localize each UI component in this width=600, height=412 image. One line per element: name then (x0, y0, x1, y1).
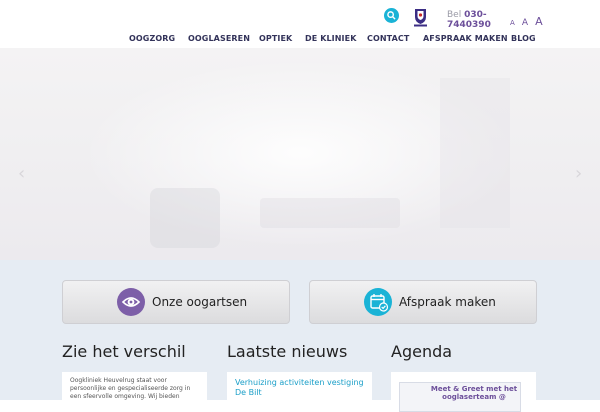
appointment-button[interactable]: Afspraak maken (309, 280, 537, 324)
font-size-controls: A A A (510, 10, 545, 29)
hero-image-detail (150, 188, 220, 248)
news-card: Verhuizing activiteiten vestiging De Bil… (227, 372, 372, 412)
crest-icon (413, 6, 428, 27)
hero-image-detail (440, 78, 510, 228)
difference-text: Oogkliniek Heuvelrug staat voor persoonl… (70, 377, 191, 400)
agenda-item[interactable]: Meet & Greet met het ooglaserteam @ (399, 382, 521, 412)
news-title: Laatste nieuws (227, 342, 348, 361)
eye-icon (117, 288, 145, 316)
calendar-check-icon (364, 288, 392, 316)
slider-next-arrow[interactable]: › (575, 163, 582, 184)
doctors-button[interactable]: Onze oogartsen (62, 280, 290, 324)
phone-number[interactable]: 030- (464, 10, 487, 20)
nav-item-afspraak-maken[interactable]: AFSPRAAK MAKEN (423, 34, 508, 43)
main-nav: OOGZORG OOGLASEREN OPTIEK DE KLINIEK CON… (0, 34, 600, 48)
slider-prev-arrow[interactable]: ‹ (18, 163, 25, 184)
hero-image-detail (260, 198, 400, 228)
doctors-button-label: Onze oogartsen (152, 295, 248, 309)
difference-title: Zie het verschil (62, 342, 186, 361)
nav-item-de-kliniek[interactable]: DE KLINIEK (305, 34, 357, 43)
appointment-button-label: Afspraak maken (399, 295, 496, 309)
content-section: Onze oogartsen Afspraak maken Zie het ve… (0, 260, 600, 412)
nav-item-contact[interactable]: CONTACT (367, 34, 409, 43)
agenda-item-title: Meet & Greet met het ooglaserteam @ (430, 385, 518, 401)
nav-item-ooglaseren[interactable]: OOGLASEREN (188, 34, 250, 43)
font-size-large-button[interactable]: A (535, 15, 543, 28)
agenda-title: Agenda (391, 342, 453, 361)
font-size-small-button[interactable]: A (510, 19, 515, 27)
search-icon[interactable] (384, 8, 399, 23)
nav-item-blog[interactable]: BLOG (511, 34, 536, 43)
difference-card: Oogkliniek Heuvelrug staat voor persoonl… (62, 372, 207, 412)
phone-number-line2[interactable]: 7440390 (447, 20, 491, 30)
agenda-card: Meet & Greet met het ooglaserteam @ (391, 372, 536, 412)
font-size-medium-button[interactable]: A (522, 18, 528, 28)
hero-slider: ‹ › (0, 48, 600, 260)
nav-item-optiek[interactable]: OPTIEK (259, 34, 292, 43)
nav-item-oogzorg[interactable]: OOGZORG (129, 34, 175, 43)
phone-label: Bel 030- (447, 10, 487, 20)
news-item-link[interactable]: Verhuizing activiteiten vestiging De Bil… (235, 378, 370, 398)
site-header: Bel 030- 7440390 A A A OOGZORG OOGLASERE… (0, 0, 600, 49)
